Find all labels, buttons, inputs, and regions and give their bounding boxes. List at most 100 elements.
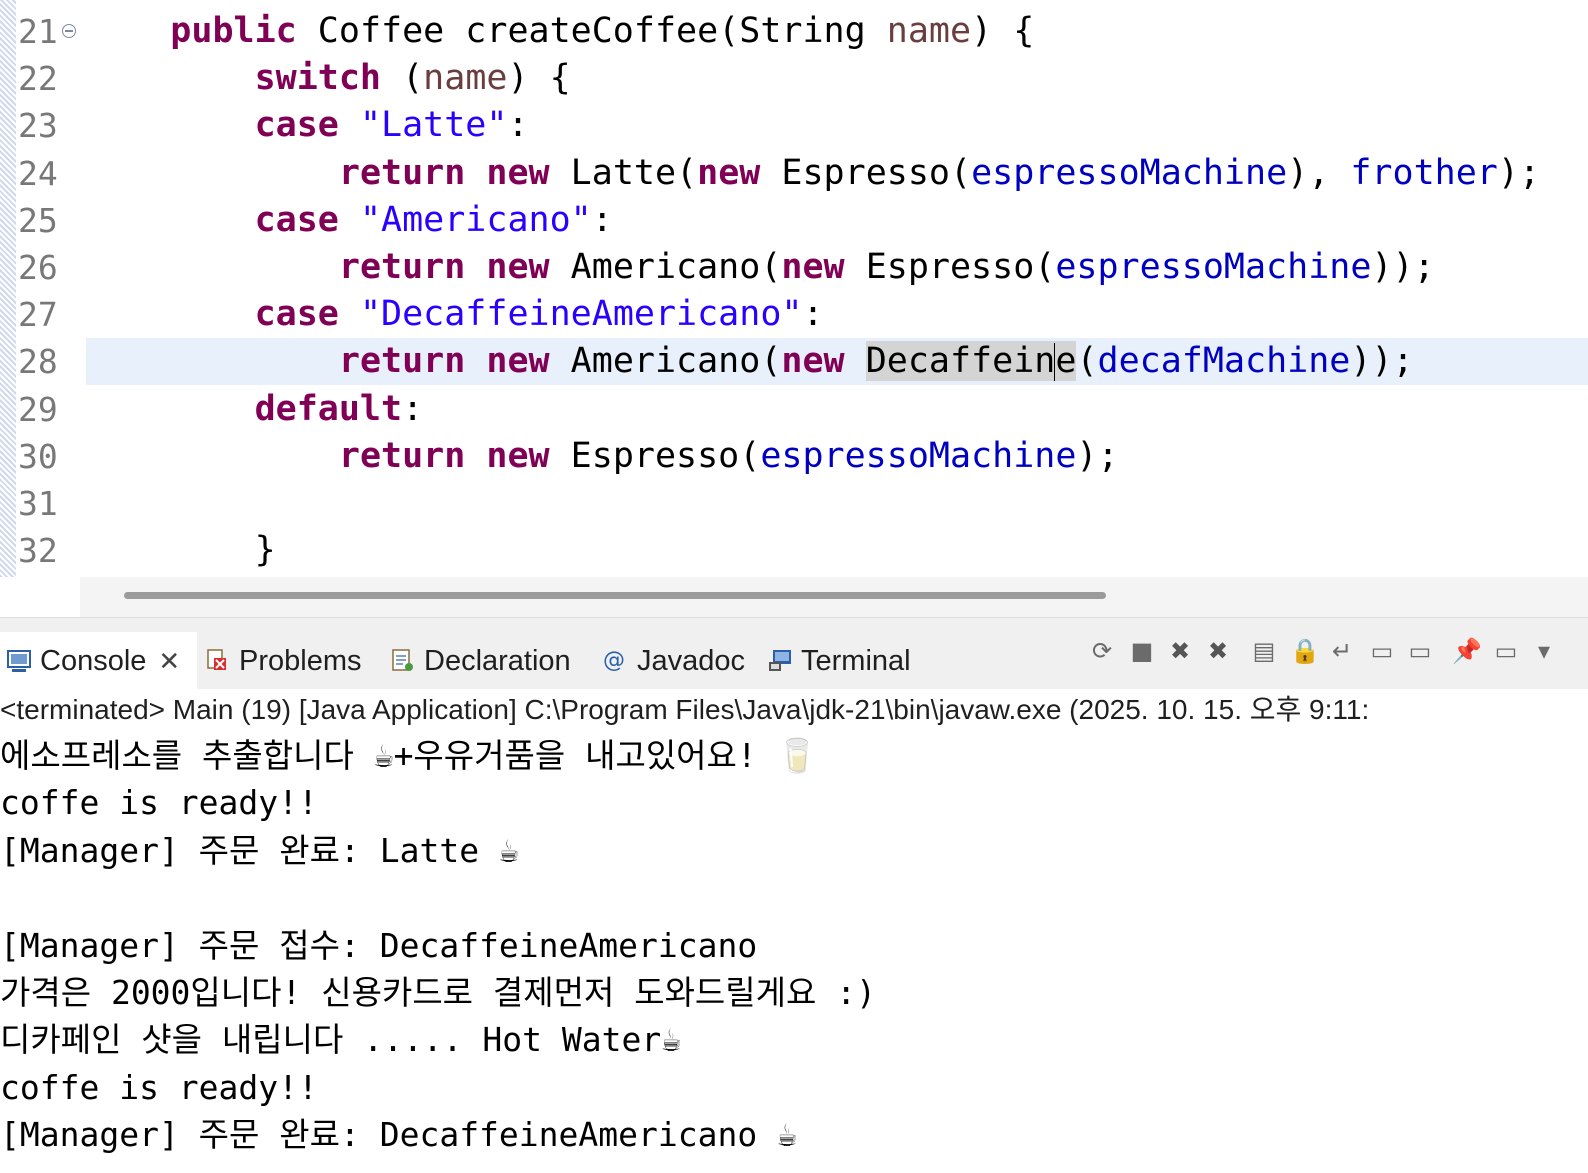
tab-terminal[interactable]: Terminal — [767, 632, 911, 690]
view-menu-icon[interactable]: ▾ — [1530, 636, 1558, 666]
line-number: 22 — [18, 59, 58, 99]
scrollbar-thumb[interactable] — [124, 592, 1106, 599]
remove-all-terminated-icon[interactable]: ✖ — [1204, 636, 1232, 666]
code-line[interactable]: 30 return new Espresso(espressoMachine); — [0, 433, 1588, 480]
code-token: switch — [254, 58, 382, 99]
scroll-lock-icon[interactable]: 🔒 — [1290, 636, 1320, 666]
code-text[interactable]: case "DecaffeineAmericano": — [86, 291, 824, 338]
code-line[interactable]: 23 case "Latte": — [0, 102, 1588, 149]
line-number: 32 — [18, 531, 58, 571]
code-line[interactable]: 25 case "Americano": — [0, 197, 1588, 244]
tab-label: Declaration — [424, 644, 571, 677]
code-token: "Americano" — [359, 199, 592, 240]
code-token: Decaffein — [865, 341, 1056, 382]
pin-icon[interactable]: 📌 — [1452, 636, 1482, 666]
code-token: new — [781, 247, 845, 287]
terminal-icon — [767, 648, 793, 674]
problems-icon — [205, 648, 231, 674]
line-number: 25 — [18, 200, 58, 240]
code-token: case — [254, 294, 339, 335]
code-line[interactable]: 22 switch (name) { — [0, 55, 1588, 102]
code-token: espressoMachine — [760, 435, 1077, 476]
code-token: new — [486, 341, 550, 382]
code-text[interactable]: return new Americano(new Decaffeine(deca… — [86, 338, 1414, 385]
code-text[interactable]: case "Latte": — [86, 102, 529, 149]
code-line[interactable]: 26 return new Americano(new Espresso(esp… — [0, 244, 1588, 291]
tab-console[interactable]: Console ✕ — [0, 632, 197, 690]
code-line[interactable]: 29 default: — [0, 386, 1588, 433]
code-token: new — [697, 152, 761, 193]
console-line: 에소프레소를 추출합니다 ☕+우유거품을 내고있어요! 🥛 — [0, 736, 818, 775]
tab-javadoc[interactable]: @ Javadoc — [603, 632, 745, 690]
line-number: 29 — [18, 389, 58, 429]
tab-label: Javadoc — [637, 644, 746, 677]
code-token: : — [802, 294, 824, 335]
code-editor[interactable]: 21 public Coffee createCoffee(String nam… — [0, 0, 1588, 577]
code-text[interactable]: case "Americano": — [86, 197, 613, 244]
terminate-icon[interactable]: ■ — [1128, 636, 1156, 666]
code-token: decafMachine — [1097, 341, 1351, 382]
code-token: Americano( — [549, 247, 782, 287]
code-line[interactable]: 24 return new Latte(new Espresso(espress… — [0, 150, 1588, 197]
code-text[interactable]: return new Americano(new Espresso(espres… — [86, 244, 1435, 291]
horizontal-scrollbar[interactable] — [80, 577, 1588, 617]
clear-console-icon[interactable]: ▤ — [1250, 636, 1278, 666]
code-token: new — [486, 435, 550, 476]
code-line[interactable]: 21 public Coffee createCoffee(String nam… — [0, 8, 1588, 55]
code-token: Latte( — [549, 152, 698, 193]
code-token: )); — [1350, 341, 1414, 382]
code-text[interactable]: public Coffee createCoffee(String name) … — [86, 8, 1034, 55]
code-token: new — [486, 247, 550, 287]
code-token: return — [338, 435, 466, 476]
code-token: case — [254, 105, 339, 146]
display-console-icon[interactable]: ▭ — [1492, 636, 1520, 666]
fold-collapse-icon[interactable] — [62, 24, 76, 38]
code-token: Americano( — [549, 341, 782, 382]
console-line: coffe is ready!! — [0, 783, 318, 823]
code-text[interactable]: default: — [86, 386, 424, 433]
code-token: new — [781, 341, 845, 382]
declaration-icon — [390, 648, 416, 674]
show-on-stderr-icon[interactable]: ▭ — [1406, 636, 1434, 666]
console-line: [Manager] 주문 완료: Latte ☕ — [0, 830, 519, 870]
show-on-stdout-icon[interactable]: ▭ — [1368, 636, 1396, 666]
word-wrap-icon[interactable]: ↵ — [1328, 636, 1356, 666]
code-text[interactable]: return new Latte(new Espresso(espressoMa… — [86, 150, 1540, 197]
console-output[interactable]: 에소프레소를 추출합니다 ☕+우유거품을 내고있어요! 🥛 coffe is re… — [0, 731, 1588, 1173]
code-token: return — [338, 247, 466, 287]
remove-launch-icon[interactable]: ✖ — [1166, 636, 1194, 666]
code-token: public — [170, 11, 297, 51]
code-token: name — [423, 58, 508, 99]
tab-declaration[interactable]: Declaration — [390, 632, 571, 690]
pin-console-icon[interactable]: ⟳ — [1088, 636, 1116, 666]
code-token: ( — [381, 58, 424, 99]
code-text[interactable]: switch (name) { — [86, 55, 571, 102]
code-line[interactable]: 28 return new Americano(new Decaffeine(d… — [0, 338, 1588, 386]
code-token: Coffee createCoffee(String — [296, 11, 887, 51]
code-token: espressoMachine — [971, 152, 1288, 193]
code-token: ) { — [971, 11, 1035, 51]
code-token: default — [254, 388, 403, 429]
code-text[interactable]: } — [86, 527, 276, 574]
tab-label: Console — [40, 644, 147, 677]
line-number: 26 — [18, 248, 58, 287]
line-number: 21 — [18, 12, 58, 51]
code-text[interactable]: return new Espresso(espressoMachine); — [86, 433, 1119, 480]
javadoc-icon: @ — [603, 648, 625, 673]
code-line[interactable]: 31 — [0, 480, 1588, 527]
tab-problems[interactable]: Problems — [205, 632, 362, 690]
close-icon[interactable]: ✕ — [158, 646, 180, 677]
code-line[interactable]: 32 } — [0, 527, 1588, 574]
line-number: 31 — [18, 484, 58, 523]
code-line[interactable]: 27 case "DecaffeineAmericano": — [0, 291, 1588, 338]
